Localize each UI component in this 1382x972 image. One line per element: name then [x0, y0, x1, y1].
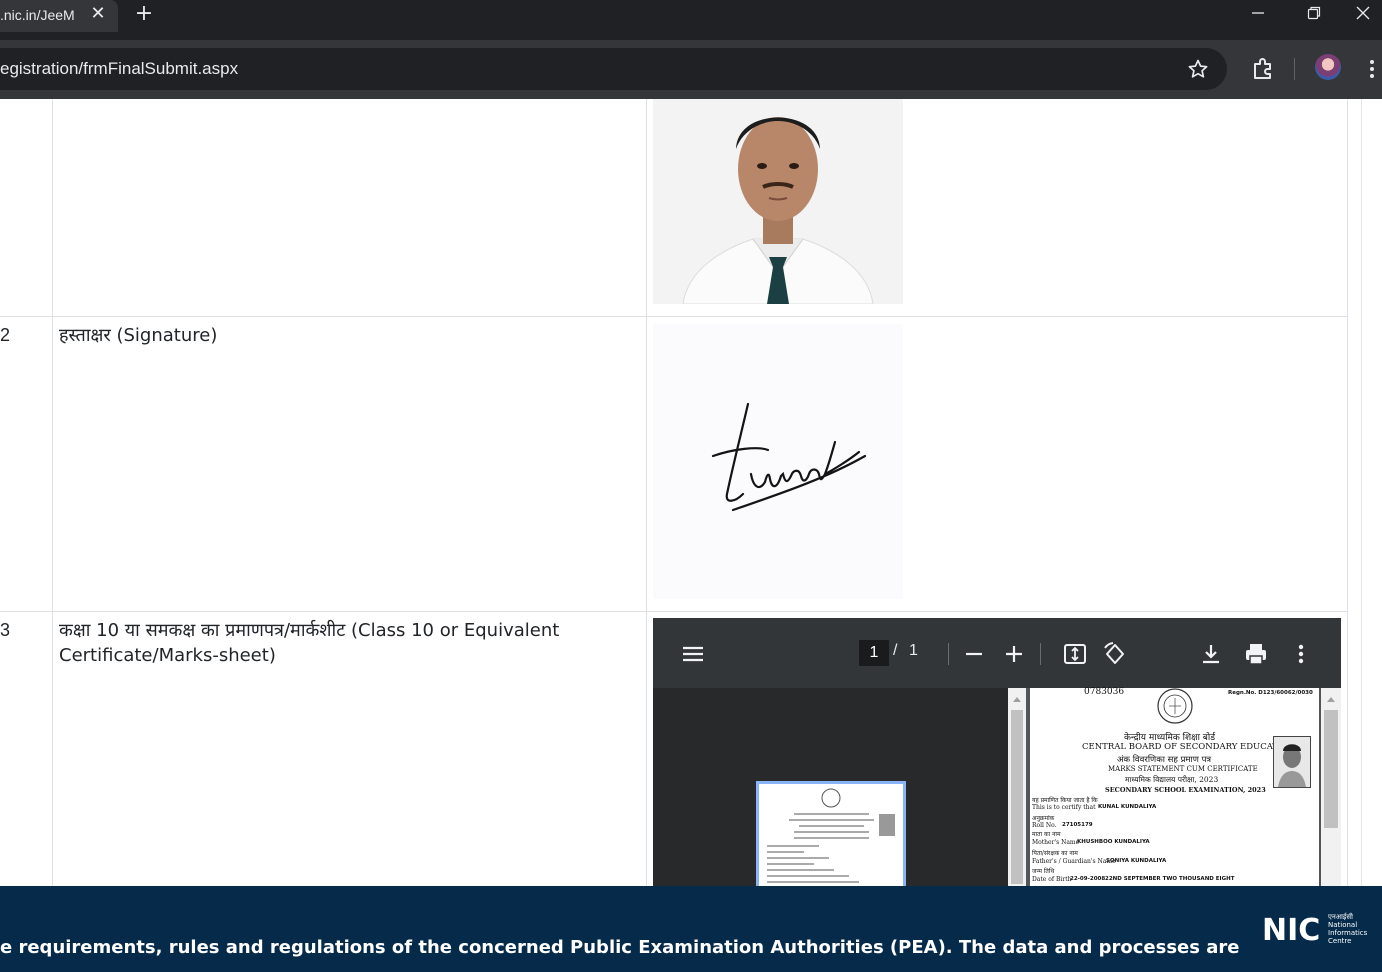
doc-father-hindi: पिता/संरक्षक का नाम: [1032, 850, 1078, 857]
doc-board-english: CENTRAL BOARD OF SECONDARY EDUCATION: [1082, 742, 1296, 752]
doc-dob-words: 22ND SEPTEMBER TWO THOUSAND EIGHT: [1105, 876, 1235, 882]
tab-close-icon[interactable]: ✕: [88, 3, 108, 27]
url-text: egistration/frmFinalSubmit.aspx: [0, 59, 239, 78]
doc-certify-english: This is to certify that: [1032, 804, 1096, 811]
doc-student-name: KUNAL KUNDALIYA: [1098, 804, 1157, 810]
doc-mother-hindi: माता का नाम: [1032, 831, 1061, 838]
nic-logo-text: NIC: [1262, 913, 1320, 946]
nic-logo: NIC एनआईसी National Informatics Centre: [1262, 912, 1374, 948]
table-right-border: [1347, 99, 1348, 886]
nic-logo-line: Informatics: [1328, 929, 1368, 937]
pdf-toolbar: 1 / 1: [653, 618, 1341, 688]
profile-avatar[interactable]: [1315, 54, 1341, 80]
tab-title: .nic.in/JeeM: [0, 7, 75, 23]
page-total: 1: [909, 642, 918, 659]
doc-roll-label: Roll No.: [1032, 822, 1057, 829]
bookmark-star-icon[interactable]: [1186, 57, 1210, 81]
page-content: 2 हस्ताक्षर (Signature) 3 कक्षा 10 या सम…: [0, 99, 1382, 886]
page-separator: /: [893, 642, 898, 659]
doc-roll-hindi: अनुक्रमांक: [1032, 815, 1055, 822]
browser-toolbar: egistration/frmFinalSubmit.aspx: [0, 40, 1382, 99]
menu-icon[interactable]: [679, 640, 707, 668]
minimize-icon[interactable]: [1230, 0, 1286, 32]
row-divider: [0, 316, 1347, 317]
doc-mother-name: KHUSHBOO KUNDALIYA: [1077, 839, 1150, 845]
rotate-icon[interactable]: [1101, 640, 1129, 668]
browser-tab[interactable]: .nic.in/JeeM ✕: [0, 0, 118, 32]
doc-father-label: Father's / Guardian's Name: [1032, 858, 1116, 865]
doc-dob-hindi: जन्म तिथि: [1032, 868, 1055, 875]
pdf-toolbar-divider: [1040, 643, 1041, 665]
candidate-photo: [653, 99, 903, 304]
extensions-icon[interactable]: [1249, 55, 1277, 83]
row-label-class10-certificate: कक्षा 10 या समकक्ष का प्रमाणपत्र/मार्कशी…: [59, 620, 560, 666]
toolbar-divider: [1294, 58, 1295, 80]
nic-logo-hindi: एनआईसी: [1328, 912, 1353, 921]
doc-father-name: SONIYA KUNDALIYA: [1106, 858, 1167, 864]
pdf-page-scrollbar[interactable]: [1321, 688, 1341, 886]
browser-menu-icon[interactable]: [1362, 56, 1382, 82]
site-footer: e requirements, rules and regulations of…: [0, 886, 1382, 972]
column-divider: [52, 99, 53, 886]
zoom-in-icon[interactable]: [1000, 640, 1028, 668]
page-number-input[interactable]: 1: [859, 640, 889, 666]
zoom-out-icon[interactable]: [960, 640, 988, 668]
doc-certificate-hindi: अंक विवरणिका सह प्रमाण पत्र: [1117, 755, 1212, 765]
thumbnail-scrollbar[interactable]: [1008, 688, 1026, 886]
nic-logo-line: National: [1328, 921, 1357, 929]
doc-certify-hindi: यह प्रमाणित किया जाता है कि: [1032, 797, 1098, 804]
doc-mother-label: Mother's Name: [1032, 839, 1080, 846]
restore-icon[interactable]: [1286, 0, 1342, 32]
doc-regn: Regn.No. D123/60062/0030: [1228, 690, 1313, 696]
print-icon[interactable]: [1242, 640, 1270, 668]
doc-serial: 0783036: [1084, 687, 1125, 697]
column-divider: [646, 99, 647, 886]
row-number: 3: [0, 620, 11, 640]
pdf-thumbnail-sidebar: [653, 688, 1008, 886]
page-scrollbar[interactable]: [1361, 99, 1382, 886]
address-bar[interactable]: egistration/frmFinalSubmit.aspx: [0, 48, 1227, 90]
close-icon[interactable]: [1344, 0, 1382, 32]
row-divider: [0, 611, 1347, 612]
pdf-viewer[interactable]: 1 / 1 0783036 Regn.No. D123/60062/0030 क…: [653, 618, 1341, 886]
candidate-signature-image: [653, 324, 903, 599]
row-number: 2: [0, 325, 11, 345]
fit-page-icon[interactable]: [1061, 640, 1089, 668]
doc-exam-hindi: माध्यमिक विद्यालय परीक्षा, 2023: [1125, 775, 1219, 784]
doc-certificate-english: MARKS STATEMENT CUM CERTIFICATE: [1108, 765, 1258, 773]
pdf-toolbar-divider: [948, 643, 949, 665]
cbse-seal-icon: [1155, 688, 1195, 730]
row-label-signature: हस्ताक्षर (Signature): [59, 325, 218, 346]
browser-tab-strip: .nic.in/JeeM ✕ +: [0, 0, 1382, 40]
doc-exam-english: SECONDARY SCHOOL EXAMINATION, 2023: [1105, 786, 1266, 794]
new-tab-button[interactable]: +: [131, 1, 157, 29]
doc-dob-label: Date of Birth: [1032, 876, 1072, 883]
doc-dob-value: 22-09-2008: [1070, 876, 1106, 882]
doc-roll-number: 27105179: [1062, 822, 1093, 828]
footer-disclaimer: e requirements, rules and regulations of…: [0, 937, 1240, 958]
nic-logo-line: Centre: [1328, 937, 1351, 945]
page-thumbnail[interactable]: [756, 781, 906, 886]
more-icon[interactable]: [1287, 640, 1315, 668]
doc-student-photo: [1273, 736, 1311, 788]
pdf-page: 0783036 Regn.No. D123/60062/0030 केन्द्र…: [1030, 687, 1319, 886]
download-icon[interactable]: [1197, 640, 1225, 668]
